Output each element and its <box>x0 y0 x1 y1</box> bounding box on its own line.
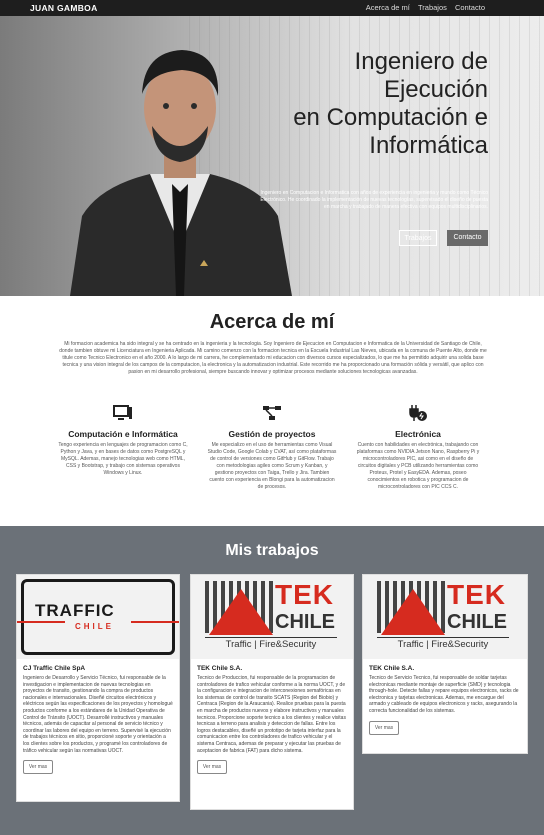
logo-bar <box>131 621 179 623</box>
computer-icon <box>58 404 188 426</box>
nav-link-works[interactable]: Trabajos <box>418 3 447 12</box>
work-card: TEK CHILE Traffic | Fire&Security TEK Ch… <box>190 574 354 810</box>
logo-word: CHILE <box>447 611 507 633</box>
hero-title: Ingeniero de Ejecución en Computación e … <box>188 48 488 160</box>
logo-word: TRAFFIC <box>35 601 115 620</box>
tek-chile-logo: TEK CHILE Traffic | Fire&Security <box>191 575 353 659</box>
work-title: CJ Traffic Chile SpA <box>23 665 86 672</box>
see-more-button[interactable]: Ver mas <box>369 720 399 735</box>
nav-links: Acerca de mí Trabajos Contacto <box>360 3 485 12</box>
logo-tagline: Traffic | Fire&Security <box>205 637 337 652</box>
logo-word: CHILE <box>75 622 114 631</box>
works-button[interactable]: Trabajos <box>399 230 437 246</box>
electronics-plug-icon <box>353 404 483 426</box>
project-diagram-icon <box>207 404 337 426</box>
nav-link-about[interactable]: Acerca de mí <box>366 3 410 12</box>
hero-title-line: Ingeniero de <box>354 48 488 75</box>
skill-title: Computación e Informática <box>68 429 178 439</box>
work-title: TEK Chile S.A. <box>197 665 243 672</box>
work-card: TEK CHILE Traffic | Fire&Security TEK Ch… <box>362 574 528 754</box>
about-paragraph: Mi formacion academica ha sido integral … <box>59 341 487 375</box>
skill-text: Me especializo en el uso de herramientas… <box>207 442 337 490</box>
work-title: TEK Chile S.A. <box>369 665 415 672</box>
logo-word: TEK <box>275 579 334 610</box>
logo-triangle <box>209 589 273 635</box>
work-card: TRAFFIC CHILE CJ Traffic Chile SpA Ingen… <box>16 574 180 802</box>
logo-word: CHILE <box>275 611 335 633</box>
see-more-button[interactable]: Ver mas <box>197 760 227 775</box>
logo-triangle <box>381 589 445 635</box>
skill-title: Electrónica <box>395 429 441 439</box>
skill-text: Tengo experiencia en lenguajes de progra… <box>58 442 188 476</box>
logo-tagline: Traffic | Fire&Security <box>377 637 509 652</box>
logo-bar <box>17 621 65 623</box>
works-heading: Mis trabajos <box>225 542 319 559</box>
work-description: Tecnico de Produccion, fui responsable d… <box>197 675 346 754</box>
tek-chile-logo: TEK CHILE Traffic | Fire&Security <box>363 575 527 659</box>
skill-project-management: Gestión de proyectos Me especializo en e… <box>207 404 337 491</box>
see-more-button[interactable]: Ver mas <box>23 760 53 775</box>
nav-link-contact[interactable]: Contacto <box>455 3 485 12</box>
work-description: Tecnico de Servicio Tecnico, fui respons… <box>369 675 519 714</box>
skill-electronics: Electrónica Cuento con habilidades en el… <box>353 404 483 491</box>
about-heading: Acerca de mí <box>209 311 335 333</box>
works-section: Mis trabajos TRAFFIC CHILE CJ Traffic Ch… <box>0 526 544 835</box>
top-navbar: JUAN GAMBOA Acerca de mí Trabajos Contac… <box>0 0 544 16</box>
work-description: Ingeniero de Desarrollo y Servicio Técni… <box>23 675 173 754</box>
skill-title: Gestión de proyectos <box>228 429 316 439</box>
skill-text: Cuento con habilidades en electrónica, t… <box>356 442 480 490</box>
hero-description: Ingeniero en Computacion e Informatica c… <box>260 190 488 210</box>
hero-section: Ingeniero de Ejecución en Computación e … <box>0 16 544 296</box>
brand-logo[interactable]: JUAN GAMBOA <box>30 3 98 13</box>
about-section: Acerca de mí Mi formacion academica ha s… <box>0 296 544 526</box>
skill-computing: Computación e Informática Tengo experien… <box>58 404 188 477</box>
hero-title-line: en Computación e <box>293 104 488 131</box>
logo-word: TEK <box>447 579 506 610</box>
hero-title-line: Ejecución <box>383 76 488 103</box>
traffic-chile-logo: TRAFFIC CHILE <box>17 575 179 659</box>
contact-button[interactable]: Contacto <box>447 230 488 246</box>
hero-title-line: Informática <box>369 132 488 159</box>
